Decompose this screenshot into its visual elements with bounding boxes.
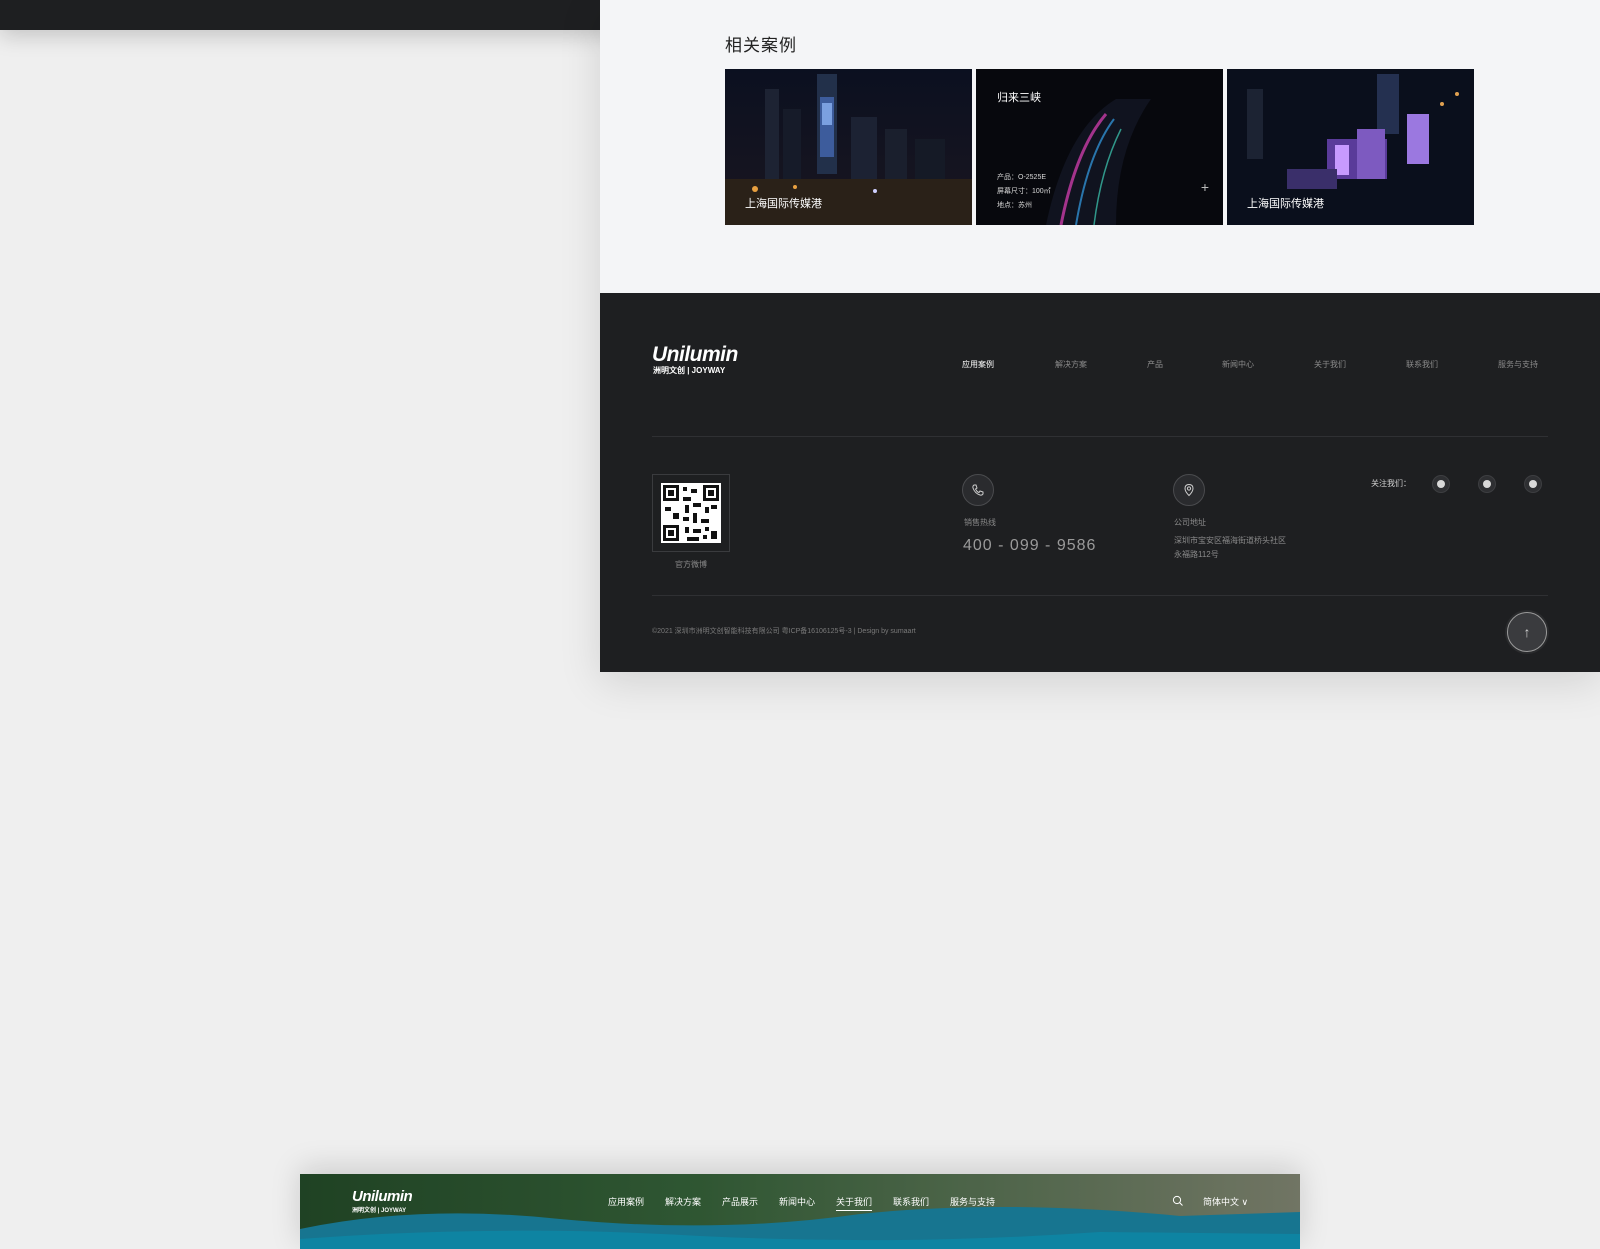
site-footer: Unilumin 洲明文创 | JOYWAY 应用案例 解决方案 产品 新闻中心… [600,293,1600,672]
sales-hotline-number[interactable]: 400 - 099 - 9586 [963,537,1096,555]
phone-icon [962,474,994,506]
footer-divider [652,595,1548,596]
section-title: 相关案例 [725,36,797,55]
logo-subtitle: 洲明文创 | JOYWAY [653,366,726,375]
related-cases-section: 相关案例 上海国际传媒港 归来三峡 产品：O-2525E 屏幕尺寸：100㎡ 地… [600,0,1600,293]
case-product: 产品：O-2525E [997,174,1047,181]
search-icon[interactable] [1172,1195,1184,1207]
location-pin-icon [1173,474,1205,506]
address-line: 永福路112号 [1174,550,1219,559]
logo-wordmark[interactable]: Unilumin [352,1188,413,1205]
nav-solutions[interactable]: 解决方案 [665,1195,701,1208]
language-select[interactable]: 简体中文 ∨ [1203,1195,1248,1208]
case-title: 上海国际传媒港 [745,198,822,210]
footer-nav-contact[interactable]: 联系我们 [1406,359,1438,370]
address-line: 深圳市宝安区福海街道桥头社区 [1174,536,1286,545]
nav-news[interactable]: 新闻中心 [779,1195,815,1208]
weibo-icon[interactable] [1524,475,1542,493]
hero-lake-image [300,1174,1300,1249]
case-card[interactable]: 上海国际传媒港 [725,69,972,225]
address-label: 公司地址 [1174,518,1206,527]
nav-support[interactable]: 服务与支持 [950,1195,995,1208]
case-title: 上海国际传媒港 [1247,198,1324,210]
copyright-text: ©2021 深圳市洲明文创智能科技有限公司 粤ICP备16106125号-3 |… [652,628,916,635]
footer-nav-solutions[interactable]: 解决方案 [1055,359,1087,370]
qr-caption: 官方微博 [675,560,707,569]
follow-us-label: 关注我们： [1371,479,1411,488]
sales-hotline-label: 销售热线 [964,518,996,527]
footer-divider [652,436,1548,437]
logo-subtitle: 洲明文创 | JOYWAY [352,1208,407,1214]
footer-nav-products[interactable]: 产品 [1147,359,1163,370]
nav-contact[interactable]: 联系我们 [893,1195,929,1208]
case-size: 屏幕尺寸：100㎡ [997,188,1051,195]
nav-about[interactable]: 关于我们 [836,1195,873,1211]
case-card[interactable]: 上海国际传媒港 [1227,69,1474,225]
footer-nav-news[interactable]: 新闻中心 [1222,359,1254,370]
back-to-top-button[interactable]: ↑ [1507,612,1547,652]
case-card-hover[interactable]: 归来三峡 产品：O-2525E 屏幕尺寸：100㎡ 地点：苏州 + [976,69,1223,225]
footer-nav-about[interactable]: 关于我们 [1314,359,1346,370]
nav-products[interactable]: 产品展示 [722,1195,758,1208]
page-panel: 相关案例 上海国际传媒港 归来三峡 产品：O-2525E 屏幕尺寸：100㎡ 地… [600,0,1600,672]
case-meta: 产品：O-2525E 屏幕尺寸：100㎡ 地点：苏州 [997,171,1051,213]
footer-nav-support[interactable]: 服务与支持 [1498,359,1538,370]
company-address: 深圳市宝安区福海街道桥头社区 永福路112号 [1174,534,1324,562]
qq-icon[interactable] [1478,475,1496,493]
footer-nav-cases[interactable]: 应用案例 [962,359,994,370]
nav-cases[interactable]: 应用案例 [608,1195,644,1208]
qr-code [652,474,730,552]
wechat-icon[interactable] [1432,475,1450,493]
plus-icon[interactable]: + [1201,179,1209,195]
case-location: 地点：苏州 [997,202,1032,209]
header-preview: Unilumin 洲明文创 | JOYWAY 应用案例 解决方案 产品展示 新闻… [300,1174,1300,1249]
logo-wordmark: Unilumin [652,343,738,366]
case-title: 归来三峡 [997,92,1041,104]
qr-code-image [661,483,721,543]
